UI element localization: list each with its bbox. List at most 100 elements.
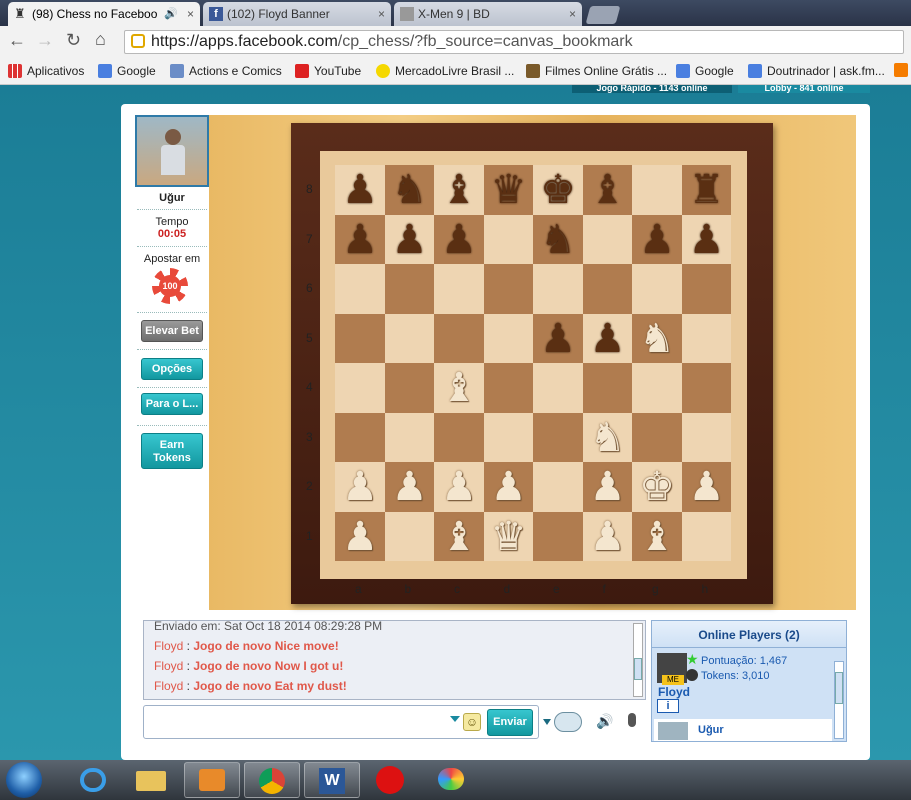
black-pawn-a7-icon[interactable]: ♟: [335, 215, 385, 265]
square-a4[interactable]: [335, 363, 385, 413]
black-pawn-c7-icon[interactable]: ♟: [434, 215, 484, 265]
internet-explorer-icon[interactable]: [66, 762, 122, 798]
square-e1[interactable]: [533, 511, 583, 561]
claro-icon[interactable]: [364, 762, 420, 798]
chrome-icon[interactable]: [244, 762, 300, 798]
player-avatar[interactable]: [135, 115, 209, 187]
white-king-g2-icon[interactable]: ♚: [632, 462, 682, 512]
black-pawn-a8-icon[interactable]: ♟: [335, 165, 385, 215]
options-button[interactable]: Opções: [141, 358, 203, 380]
white-queen-d1-icon[interactable]: ♛: [484, 512, 534, 562]
tab-xmen[interactable]: X-Men 9 | BD ×: [394, 2, 582, 26]
square-b3[interactable]: [384, 412, 434, 462]
bookmark-mercadolivre[interactable]: MercadoLivre Brasil ...: [376, 62, 514, 80]
info-icon[interactable]: i: [657, 699, 679, 713]
square-g4[interactable]: [632, 363, 682, 413]
square-a3[interactable]: [335, 412, 385, 462]
bookmark-filmes[interactable]: Filmes Online Grátis ...: [526, 62, 667, 80]
white-knight-g5-icon[interactable]: ♞: [632, 314, 682, 364]
file-explorer-icon[interactable]: [124, 762, 180, 798]
square-f4[interactable]: [582, 363, 632, 413]
paint-icon[interactable]: [424, 762, 480, 798]
bet-chip-icon[interactable]: 100: [152, 268, 188, 304]
players-scroll-thumb[interactable]: [835, 672, 843, 704]
square-h4[interactable]: [681, 363, 731, 413]
square-g3[interactable]: [632, 412, 682, 462]
bookmark-apps[interactable]: Aplicativos: [8, 62, 84, 80]
black-pawn-e5-icon[interactable]: ♟: [533, 314, 583, 364]
black-pawn-b7-icon[interactable]: ♟: [385, 215, 435, 265]
square-c3[interactable]: [434, 412, 484, 462]
bookmark-google[interactable]: Google: [98, 62, 156, 80]
black-bishop-c8-icon[interactable]: ♝: [434, 165, 484, 215]
send-button[interactable]: Enviar: [487, 709, 533, 736]
chat-scrollbar[interactable]: [633, 623, 643, 697]
forward-icon[interactable]: →: [36, 30, 54, 51]
square-d6[interactable]: [483, 264, 533, 314]
smiley-icon[interactable]: ☺: [463, 713, 481, 731]
black-pawn-g7-icon[interactable]: ♟: [632, 215, 682, 265]
black-rook-h8-icon[interactable]: ♜: [682, 165, 732, 215]
to-lobby-button[interactable]: Para o L...: [141, 393, 203, 415]
square-b4[interactable]: [384, 363, 434, 413]
close-tab-icon[interactable]: ×: [569, 2, 576, 26]
raise-bet-button[interactable]: Elevar Bet: [141, 320, 203, 342]
square-f6[interactable]: [582, 264, 632, 314]
new-tab-button[interactable]: [585, 6, 621, 24]
square-b1[interactable]: [384, 511, 434, 561]
square-e6[interactable]: [533, 264, 583, 314]
square-h6[interactable]: [681, 264, 731, 314]
bookmark-askfm[interactable]: Doutrinador | ask.fm...: [748, 62, 885, 80]
white-pawn-f1-icon[interactable]: ♟: [583, 512, 633, 562]
bookmark-google-2[interactable]: Google: [676, 62, 734, 80]
black-queen-d8-icon[interactable]: ♛: [484, 165, 534, 215]
square-a6[interactable]: [335, 264, 385, 314]
earn-tokens-button[interactable]: Earn Tokens: [141, 433, 203, 469]
white-knight-f3-icon[interactable]: ♞: [583, 413, 633, 463]
white-pawn-c2-icon[interactable]: ♟: [434, 462, 484, 512]
chat-input[interactable]: ☺ Enviar: [143, 705, 539, 739]
white-pawn-a1-icon[interactable]: ♟: [335, 512, 385, 562]
square-b5[interactable]: [384, 313, 434, 363]
square-d3[interactable]: [483, 412, 533, 462]
white-pawn-f2-icon[interactable]: ♟: [583, 462, 633, 512]
square-d5[interactable]: [483, 313, 533, 363]
square-b6[interactable]: [384, 264, 434, 314]
square-c5[interactable]: [434, 313, 484, 363]
emoticon-icon[interactable]: [554, 712, 582, 732]
home-icon[interactable]: ⌂: [95, 29, 106, 50]
black-pawn-h7-icon[interactable]: ♟: [682, 215, 732, 265]
black-king-e8-icon[interactable]: ♚: [533, 165, 583, 215]
square-h1[interactable]: [681, 511, 731, 561]
square-e2[interactable]: [533, 462, 583, 512]
tab-floyd-banner[interactable]: f (102) Floyd Banner ×: [203, 2, 391, 26]
close-tab-icon[interactable]: ×: [378, 2, 385, 26]
start-button[interactable]: [6, 762, 42, 798]
tab-chess[interactable]: ♜ (98) Chess no Faceboo 🔊 ×: [8, 2, 200, 26]
bookmark-actions-comics[interactable]: Actions e Comics: [170, 62, 282, 80]
black-bishop-f8-icon[interactable]: ♝: [583, 165, 633, 215]
dropdown-arrow-icon[interactable]: [543, 719, 551, 725]
blogger-icon[interactable]: [894, 63, 908, 77]
player-row[interactable]: Uğur: [654, 719, 832, 741]
player-name[interactable]: Floyd: [658, 685, 690, 699]
white-pawn-h2-icon[interactable]: ♟: [682, 462, 732, 512]
square-a5[interactable]: [335, 313, 385, 363]
word-icon[interactable]: W: [304, 762, 360, 798]
square-g8[interactable]: [632, 165, 682, 215]
black-pawn-f5-icon[interactable]: ♟: [583, 314, 633, 364]
white-pawn-b2-icon[interactable]: ♟: [385, 462, 435, 512]
white-pawn-a2-icon[interactable]: ♟: [335, 462, 385, 512]
back-icon[interactable]: ←: [8, 30, 26, 51]
square-g6[interactable]: [632, 264, 682, 314]
address-bar[interactable]: https://apps.facebook.com/cp_chess/?fb_s…: [124, 30, 904, 54]
square-d7[interactable]: [483, 214, 533, 264]
chat-scroll-thumb[interactable]: [634, 658, 642, 680]
chess-board[interactable]: ♟ ♞ ♝ ♛ ♚ ♝ ♜ ♟ ♟ ♟ ♞ ♟ ♟ ♟ ♟ ♞ ♝ ♞ ♟ ♟ ♟ ♟ ♟ ♚ ♟ ♟ ♝ ♛ ♟ ♝: [335, 165, 731, 561]
close-tab-icon[interactable]: ×: [187, 2, 194, 26]
tab-lobby[interactable]: Lobby - 841 online: [738, 85, 870, 93]
square-h3[interactable]: [681, 412, 731, 462]
reload-icon[interactable]: ↻: [66, 30, 81, 51]
white-bishop-c1-icon[interactable]: ♝: [434, 512, 484, 562]
media-player-icon[interactable]: [184, 762, 240, 798]
